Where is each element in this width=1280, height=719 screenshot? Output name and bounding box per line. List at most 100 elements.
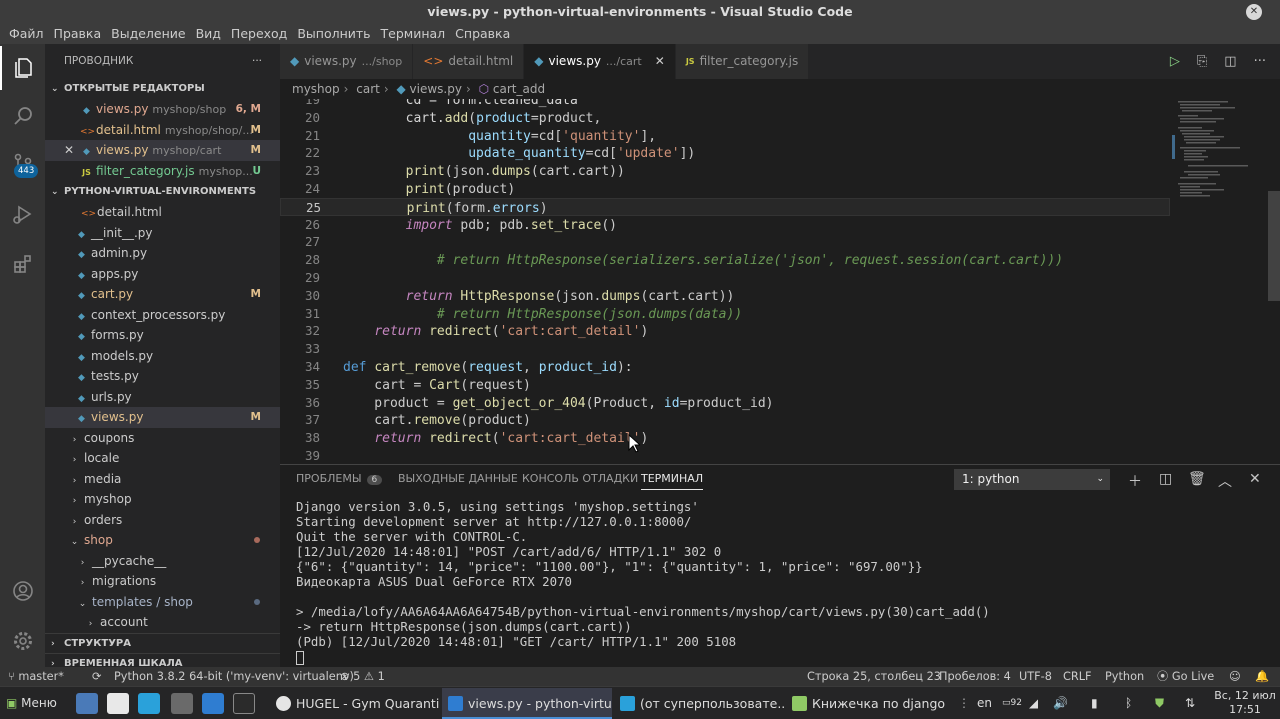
tab-views-cart[interactable]: ◆ views.py .../cart ✕ [524,44,676,79]
tab-problems[interactable]: ПРОБЛЕМЫ 6 [296,472,383,485]
trash-icon[interactable]: 🗑 [1188,471,1206,487]
terminal-select[interactable]: 1: python ⌄ [954,469,1110,490]
tab-debug-console[interactable]: КОНСОЛЬ ОТЛАДКИ [522,472,638,485]
menu-edit[interactable]: Правка [49,24,107,44]
language-status[interactable]: Python [1105,667,1144,686]
tab-detail-html[interactable]: <> detail.html [413,44,525,79]
open-editor-item[interactable]: JS filter_category.js myshop... U [45,161,280,182]
close-tab-icon[interactable]: ✕ [655,44,665,79]
file-item[interactable]: ◆ context_processors.py [45,305,280,326]
menu-run[interactable]: Выполнить [292,24,375,44]
problems-status[interactable]: ⊗ 5 ⚠ 1 [340,667,385,686]
more-actions-icon[interactable]: ··· [252,44,262,79]
taskbar-window[interactable]: HUGEL - Gym Quaranti... [270,688,440,719]
python-launcher-icon[interactable] [171,693,193,714]
folder-item[interactable]: › coupons [45,428,280,449]
settings-gear-icon[interactable] [0,619,45,663]
folder-item[interactable]: › myshop [45,489,280,510]
file-item[interactable]: ◆ models.py [45,346,280,367]
file-item[interactable]: ◆ tests.py [45,366,280,387]
open-editors-section[interactable]: ⌄ ОТКРЫТЫЕ РЕДАКТОРЫ [45,79,280,99]
search-icon[interactable] [0,94,45,138]
folder-item-expanded[interactable]: ⌄ shop [45,530,280,551]
branch-status[interactable]: ⑂ master* [8,667,64,686]
folder-item[interactable]: › media [45,469,280,490]
update-shield-icon[interactable]: ⛊ [1155,687,1164,719]
breadcrumb-item[interactable]: cart_add [493,82,545,96]
menu-file[interactable]: Файл [4,24,49,44]
indent-status[interactable]: Пробелов: 4 [939,667,1011,686]
breadcrumb-item[interactable]: myshop [292,82,340,96]
folder-item[interactable]: › __pycache__ [45,551,280,572]
close-window-icon[interactable]: ✕ [1246,4,1262,20]
eol-status[interactable]: CRLF [1063,667,1092,686]
network-icon[interactable]: ⇅ [1185,687,1195,719]
taskbar-window[interactable]: (от суперпользовате... [614,688,784,719]
explorer-icon[interactable] [0,46,45,90]
run-python-icon[interactable]: ▷ [1170,54,1180,69]
minimap[interactable] [1172,99,1262,219]
close-panel-icon[interactable]: ✕ [1249,471,1261,487]
terminal[interactable]: Django version 3.0.5, using settings 'my… [280,494,1280,667]
encoding-status[interactable]: UTF-8 [1019,667,1052,686]
cursor-position[interactable]: Строка 25, столбец 23 [807,667,941,686]
project-section[interactable]: ⌄ PYTHON-VIRTUAL-ENVIRONMENTS [45,182,280,202]
taskbar-window[interactable]: Книжечка по django [786,688,956,719]
compare-changes-icon[interactable]: ⎘ [1197,54,1207,69]
interpreter-status[interactable]: Python 3.8.2 64-bit ('my-venv': virtuale… [114,667,354,686]
tab-output[interactable]: ВЫХОДНЫЕ ДАННЫЕ [398,472,518,485]
split-terminal-icon[interactable]: ◫ [1159,471,1172,487]
more-actions-icon[interactable]: ··· [1254,54,1266,69]
tab-terminal[interactable]: ТЕРМИНАЛ [641,472,704,490]
chevron-up-icon[interactable]: ︿ [1218,471,1232,491]
drive-icon[interactable]: ▭92 [1002,687,1022,719]
sync-icon[interactable]: ⟳ [92,667,101,686]
start-menu-button[interactable]: ▣ Меню [6,687,57,719]
file-item[interactable]: ◆ forms.py [45,325,280,346]
folder-item[interactable]: › locale [45,448,280,469]
wifi-icon[interactable]: ◢ [1029,687,1038,719]
menu-terminal[interactable]: Терминал [376,24,451,44]
account-icon[interactable] [0,569,45,613]
go-live-status[interactable]: ⦿ Go Live [1157,667,1214,686]
volume-icon[interactable]: 🔊 [1053,687,1068,719]
new-terminal-icon[interactable]: ＋ [1128,471,1142,491]
taskbar-window-active[interactable]: views.py - python-virtu... [442,688,612,719]
file-item-selected[interactable]: ◆ views.py M [45,407,280,428]
battery-icon[interactable]: ▮ [1091,687,1098,719]
file-item[interactable]: ◆ urls.py [45,387,280,408]
close-editor-icon[interactable]: ✕ [64,140,74,161]
open-editor-item[interactable]: ◆ views.py myshop/shop 6, M [45,99,280,120]
open-editor-item[interactable]: <>detail.html myshop/shop/... M [45,120,280,141]
extensions-icon[interactable] [0,242,45,286]
notifications-bell-icon[interactable]: 🔔 [1255,667,1269,686]
tab-views-shop[interactable]: ◆ views.py .../shop [280,44,414,79]
code-editor[interactable]: 19 cd = form.cleaned_data 20 cart.add(pr… [280,99,1280,464]
file-item[interactable]: ◆ __init__.py [45,223,280,244]
menu-selection[interactable]: Выделение [106,24,190,44]
file-item[interactable]: <>detail.html [45,202,280,223]
folder-item[interactable]: › account [45,612,280,633]
menu-go[interactable]: Переход [226,24,292,44]
breadcrumb-item[interactable]: cart [356,82,380,96]
text-editor-icon[interactable] [107,693,129,714]
tab-filter-category-js[interactable]: JS filter_category.js [675,44,810,79]
telegram-icon[interactable] [138,693,160,714]
outline-section[interactable]: › СТРУКТУРА [45,632,280,653]
folder-item[interactable]: › migrations [45,571,280,592]
editor-scrollbar[interactable] [1268,191,1280,301]
terminal-app-icon[interactable] [233,693,255,714]
open-editor-item-active[interactable]: ✕ ◆ views.py myshop/cart M [45,140,280,161]
folder-item-expanded[interactable]: ⌄ templates / shop [45,592,280,613]
keyboard-layout[interactable]: en [977,687,992,719]
run-debug-icon[interactable] [0,192,45,236]
breadcrumb-item[interactable]: views.py [410,82,462,96]
menu-help[interactable]: Справка [450,24,515,44]
menu-view[interactable]: Вид [191,24,226,44]
file-item[interactable]: ◆ apps.py [45,264,280,285]
bluetooth-icon[interactable]: ᛒ [1125,687,1132,719]
file-item[interactable]: ◆ admin.py [45,243,280,264]
feedback-icon[interactable]: ☺ [1229,667,1241,686]
vscode-icon[interactable] [202,693,224,714]
clock[interactable]: Вс, 12 июл 17:51 [1212,689,1278,717]
